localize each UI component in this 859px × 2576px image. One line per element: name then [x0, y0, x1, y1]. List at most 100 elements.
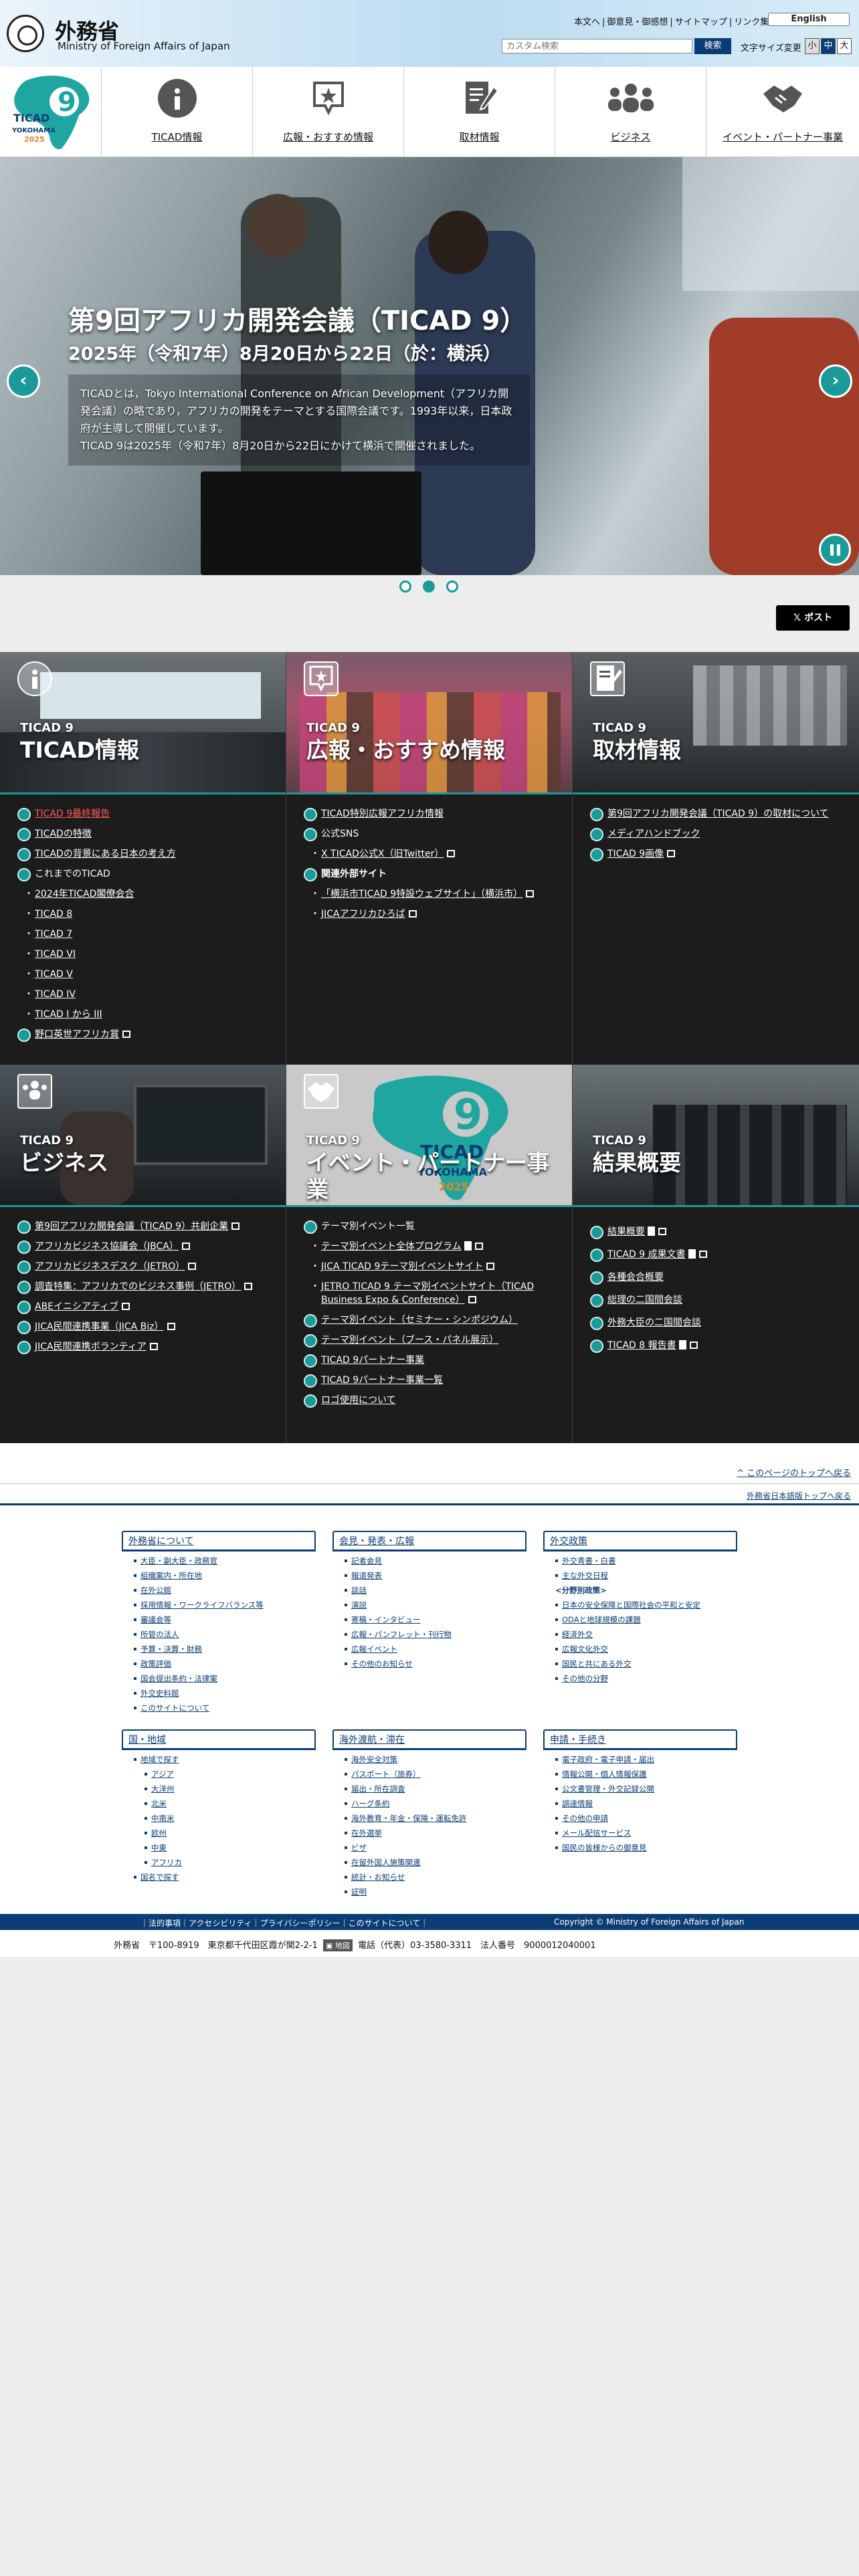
footer-link[interactable]: パスポート（旅券）	[332, 1769, 527, 1780]
footer-col-heading[interactable]: 申請・手続き	[543, 1729, 737, 1750]
tile-sub-link[interactable]: JETRO TICAD 9 テーマ別イベントサイト（TICAD	[304, 1280, 565, 1293]
footer-link[interactable]: 証明	[332, 1887, 527, 1897]
tile-link[interactable]: 公式SNS	[304, 827, 565, 841]
back-to-home-link[interactable]: 外務省日本語版トップへ戻る	[747, 1490, 851, 1501]
tile-link[interactable]: ABEイニシアティブ	[17, 1300, 279, 1314]
footer-link[interactable]: 国名で探す	[122, 1872, 316, 1883]
footer-link[interactable]: ODAと地球規模の課題	[543, 1614, 737, 1625]
footer-link[interactable]: 広報・パンフレット・刊行物	[332, 1629, 527, 1640]
tile-sub-link[interactable]: TICAD V	[17, 968, 279, 981]
footer-link[interactable]: 公文書管理・外交記録公開	[543, 1784, 737, 1794]
footer-link[interactable]: 地域で探す	[122, 1754, 316, 1765]
carousel-dot-1[interactable]	[399, 580, 411, 593]
util-link-main-content[interactable]: 本文へ	[574, 17, 600, 27]
footer-link[interactable]: 演説	[332, 1600, 527, 1610]
tile-sub-link[interactable]: X TICAD公式X（旧Twitter）	[304, 847, 565, 861]
footer-link[interactable]: その他のお知らせ	[332, 1658, 527, 1669]
footer-link[interactable]: 海外教育・年金・保険・運転免許	[332, 1813, 527, 1824]
tile-link[interactable]: 各種会合概要	[590, 1271, 852, 1285]
footer-link[interactable]: 組織案内・所在地	[122, 1570, 316, 1581]
nav-item-event[interactable]: イベント・パートナー事業	[706, 67, 859, 157]
footer-link[interactable]: 主な外交日程	[543, 1570, 737, 1581]
tile-link[interactable]: テーマ別イベント（セミナー・シンポジウム）	[304, 1313, 565, 1327]
tile-link[interactable]: TICAD 8 報告書	[590, 1339, 852, 1353]
footer-link[interactable]: 審議会等	[122, 1614, 316, 1625]
tile-sub-link[interactable]: JICA TICAD 9テーマ別イベントサイト	[304, 1260, 565, 1273]
footer-col-heading[interactable]: 会見・発表・広報	[332, 1531, 527, 1551]
util-link-links[interactable]: リンク集	[734, 17, 769, 27]
footer-col-heading[interactable]: 海外渡航・滞在	[332, 1729, 527, 1750]
footer-link[interactable]: 国民と共にある外交	[543, 1658, 737, 1669]
nav-item-business[interactable]: ビジネス	[555, 67, 706, 157]
tile-link[interactable]: JICA民間連携ボランティア	[17, 1340, 279, 1354]
tile-link[interactable]: テーマ別イベント（ブース・パネル展示）	[304, 1333, 565, 1348]
carousel-dot-2[interactable]	[423, 580, 435, 593]
tile-link[interactable]: TICADの特徴	[17, 827, 279, 841]
tile-link[interactable]: アフリカビジネスデスク（JETRO）	[17, 1260, 279, 1274]
back-to-top-link[interactable]: ^ このページのトップへ戻る	[737, 1466, 851, 1479]
util-link-feedback[interactable]: 御意見・御感想	[607, 17, 668, 27]
tile-link[interactable]: TICAD 9 成果文書	[590, 1248, 852, 1262]
footer-link[interactable]: 採用情報・ワークライフバランス等	[122, 1600, 316, 1610]
footer-link[interactable]: 大臣・副大臣・政務官	[122, 1555, 316, 1566]
footer-link[interactable]: 日本の安全保障と国際社会の平和と安定	[543, 1600, 737, 1610]
tile-link[interactable]: 第9回アフリカ開発会議（TICAD 9）共創企業	[17, 1220, 279, 1234]
tile-link[interactable]: JICA民間連携事業（JICA Biz）	[17, 1320, 279, 1334]
tile-link[interactable]: 第9回アフリカ開発会議（TICAD 9）の取材について	[590, 807, 852, 821]
footer-link[interactable]: 外交史料館	[122, 1688, 316, 1699]
carousel-prev-button[interactable]: ‹	[7, 364, 40, 398]
carousel-pause-button[interactable]	[819, 534, 851, 566]
tile-link[interactable]: TICAD 9画像	[590, 847, 852, 861]
footer-sub-link[interactable]: 中東	[122, 1842, 316, 1853]
tile-sub-link[interactable]: JICAアフリカひろば	[304, 907, 565, 921]
footer-legal-links[interactable]: ｜法的事項｜アクセシビリティ｜プライバシーポリシー｜このサイトについて｜	[140, 1917, 428, 1929]
search-input[interactable]	[502, 39, 692, 53]
carousel-dot-3[interactable]	[446, 580, 458, 593]
nav-item-press[interactable]: 取材情報	[404, 67, 555, 157]
tile-sub-link[interactable]: TICAD 7	[17, 928, 279, 941]
footer-link[interactable]: 海外安全対策	[332, 1754, 527, 1765]
footer-link[interactable]: メール配信サービス	[543, 1828, 737, 1838]
footer-sub-link[interactable]: 大洋州	[122, 1784, 316, 1794]
footer-link[interactable]: 所管の法人	[122, 1629, 316, 1640]
tile-sub-link[interactable]: 2024年TICAD閣僚会合	[17, 887, 279, 901]
tile-sub-link[interactable]: テーマ別イベント全体プログラム	[304, 1240, 565, 1253]
tile-link[interactable]: TICAD 9パートナー事業	[304, 1354, 565, 1368]
footer-link[interactable]: 談話	[332, 1585, 527, 1596]
footer-link[interactable]: ハーグ条約	[332, 1798, 527, 1809]
footer-sub-link[interactable]: 中南米	[122, 1813, 316, 1824]
footer-link[interactable]: 統計・お知らせ	[332, 1872, 527, 1883]
map-link[interactable]: ▣ 地図	[322, 1939, 353, 1951]
footer-link[interactable]: 届出・所在調査	[332, 1784, 527, 1794]
footer-link[interactable]: その他の申請	[543, 1813, 737, 1824]
tile-link[interactable]: 外務大臣の二国間会談	[590, 1316, 852, 1330]
footer-link[interactable]: 在留外国人施策関連	[332, 1857, 527, 1868]
tile-sub-link-continued[interactable]: Business Expo & Conference）	[304, 1293, 565, 1307]
footer-link[interactable]: 報道発表	[332, 1570, 527, 1581]
tile-sub-link[interactable]: TICAD VI	[17, 948, 279, 961]
tile-sub-link[interactable]: TICAD I から III	[17, 1008, 279, 1021]
search-button[interactable]: 検索	[694, 38, 731, 54]
font-size-medium-button[interactable]: 中	[821, 38, 836, 54]
english-button[interactable]: English	[768, 13, 850, 26]
nav-item-ticad-info[interactable]: TICAD情報	[102, 67, 253, 157]
footer-sub-link[interactable]: 北米	[122, 1798, 316, 1809]
tile-sub-link[interactable]: TICAD IV	[17, 988, 279, 1001]
footer-link[interactable]: 記者会見	[332, 1555, 527, 1566]
carousel-next-button[interactable]: ›	[819, 364, 852, 398]
util-link-sitemap[interactable]: サイトマップ	[675, 17, 727, 27]
footer-col-heading[interactable]: 外交政策	[543, 1531, 737, 1551]
tile-link[interactable]: これまでのTICAD	[17, 867, 279, 881]
tile-link[interactable]: TICAD 9最終報告	[17, 807, 279, 821]
tile-link[interactable]: TICADの背景にある日本の考え方	[17, 847, 279, 861]
tile-link[interactable]: TICAD 9パートナー事業一覧	[304, 1374, 565, 1388]
footer-link[interactable]: 在外選挙	[332, 1828, 527, 1838]
ticad9-logo[interactable]: 9 TICAD YOKOHAMA 2025	[0, 67, 102, 157]
site-logo-english[interactable]: Ministry of Foreign Affairs of Japan	[58, 40, 230, 52]
footer-link[interactable]: 広報イベント	[332, 1644, 527, 1654]
font-size-small-button[interactable]: 小	[805, 38, 820, 54]
footer-link[interactable]: 在外公館	[122, 1585, 316, 1596]
footer-link[interactable]: 電子政府・電子申請・届出	[543, 1754, 737, 1765]
tile-link[interactable]: 調査特集：アフリカでのビジネス事例（JETRO）	[17, 1280, 279, 1294]
footer-link[interactable]: 寄稿・インタビュー	[332, 1614, 527, 1625]
